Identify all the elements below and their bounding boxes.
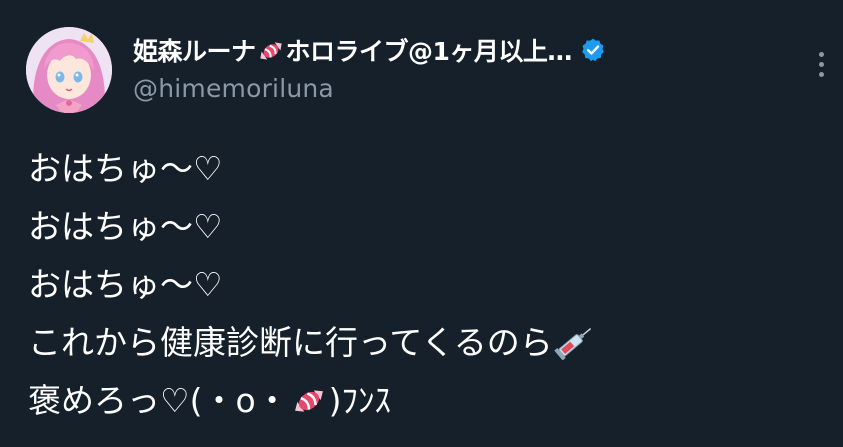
display-name-part2: ホロライブ@1ヶ月以上… bbox=[285, 37, 573, 66]
tweet-line-3: おはちゅ〜♡ bbox=[28, 265, 223, 304]
display-name-part1: 姫森ルーナ bbox=[133, 37, 256, 66]
more-dot-icon bbox=[818, 61, 824, 67]
more-dot-icon bbox=[818, 71, 824, 77]
verified-badge-icon bbox=[582, 38, 604, 62]
tweet-text: おはちゅ〜♡ おはちゅ〜♡ おはちゅ〜♡ これから健康診断に行ってくるのら 褒め… bbox=[28, 140, 597, 430]
syringe-icon bbox=[553, 327, 591, 360]
tweet-line-5-part1: 褒めろっ♡(・o・ bbox=[28, 381, 289, 420]
avatar-image bbox=[26, 27, 112, 113]
more-options-button[interactable] bbox=[808, 44, 834, 84]
candy-icon bbox=[294, 390, 323, 412]
display-name[interactable]: 姫森ルーナ ホロライブ@1ヶ月以上… bbox=[133, 32, 572, 68]
tweet-line-5: 褒めろっ♡(・o・ )ﾌﾝｽ bbox=[28, 372, 597, 430]
avatar[interactable] bbox=[26, 27, 112, 113]
more-dot-icon bbox=[818, 51, 824, 57]
tweet-card: 姫森ルーナ ホロライブ@1ヶ月以上… @himemoriluna おはちゅ〜♡ … bbox=[0, 0, 843, 447]
tweet-line-2: おはちゅ〜♡ bbox=[28, 207, 223, 246]
tweet-line-1: おはちゅ〜♡ bbox=[28, 149, 223, 188]
candy-icon bbox=[259, 42, 282, 60]
tweet-line-5-part2: )ﾌﾝｽ bbox=[328, 381, 392, 420]
display-name-row[interactable]: 姫森ルーナ ホロライブ@1ヶ月以上… bbox=[133, 30, 606, 70]
tweet-line-4-text: これから健康診断に行ってくるのら bbox=[28, 323, 553, 362]
tweet-line-4: これから健康診断に行ってくるのら bbox=[28, 314, 597, 372]
user-handle[interactable]: @himemoriluna bbox=[133, 74, 334, 103]
